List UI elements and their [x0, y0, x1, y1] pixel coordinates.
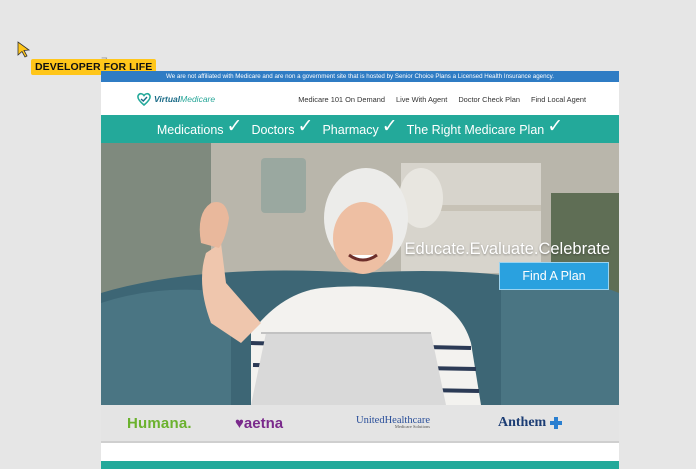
feature-label: Pharmacy	[322, 122, 379, 137]
heart-logo-icon	[137, 92, 151, 107]
feature-pharmacy: Pharmacy ✓	[322, 115, 398, 137]
feature-label: The Right Medicare Plan	[406, 122, 545, 137]
footer-strip	[101, 461, 619, 469]
site-logo[interactable]: VirtualMedicare	[136, 91, 215, 107]
nav-live-with-agent[interactable]: Live With Agent	[396, 95, 447, 104]
unitedhealthcare-logo: UnitedHealthcare Medicare Solutions	[356, 415, 430, 429]
site-header: VirtualMedicare Medicare 101 On Demand L…	[101, 82, 619, 115]
logo-primary: Virtual	[154, 94, 181, 104]
check-icon: ✓	[297, 115, 314, 137]
cursor-arrow-icon	[17, 41, 31, 58]
logo-secondary: Medicare	[180, 94, 216, 104]
aetna-wordmark: aetna	[243, 415, 284, 432]
main-nav: Medicare 101 On Demand Live With Agent D…	[298, 95, 586, 104]
feature-label: Doctors	[251, 122, 295, 137]
feature-doctors: Doctors ✓	[251, 115, 314, 137]
website-frame: We are not affiliated with Medicare and …	[101, 71, 619, 469]
feature-medications: Medications ✓	[156, 115, 243, 137]
check-icon: ✓	[547, 115, 564, 137]
aetna-logo: ♥aetna	[235, 415, 284, 432]
anthem-logo: Anthem	[498, 415, 562, 431]
humana-logo: Humana.	[127, 415, 192, 432]
find-plan-button[interactable]: Find A Plan	[499, 262, 609, 290]
hero-banner: Educate.Evaluate.Celebrate Find A Plan	[101, 143, 619, 405]
feature-label: Medications	[156, 122, 224, 137]
partner-logos: Humana. ♥aetna UnitedHealthcare Medicare…	[101, 405, 619, 443]
nav-medicare-101[interactable]: Medicare 101 On Demand	[298, 95, 385, 104]
check-icon: ✓	[381, 115, 398, 137]
nav-find-local-agent[interactable]: Find Local Agent	[531, 95, 586, 104]
features-bar: Medications ✓ Doctors ✓ Pharmacy ✓ The R…	[101, 115, 619, 143]
anthem-cross-icon	[549, 416, 562, 429]
disclaimer-bar: We are not affiliated with Medicare and …	[101, 71, 619, 82]
feature-right-plan: The Right Medicare Plan ✓	[406, 115, 564, 137]
check-icon: ✓	[226, 115, 243, 137]
nav-doctor-check-plan[interactable]: Doctor Check Plan	[458, 95, 520, 104]
hero-headline: Educate.Evaluate.Celebrate	[404, 240, 610, 258]
anthem-wordmark: Anthem	[498, 415, 547, 430]
logo-text: VirtualMedicare	[154, 94, 215, 104]
